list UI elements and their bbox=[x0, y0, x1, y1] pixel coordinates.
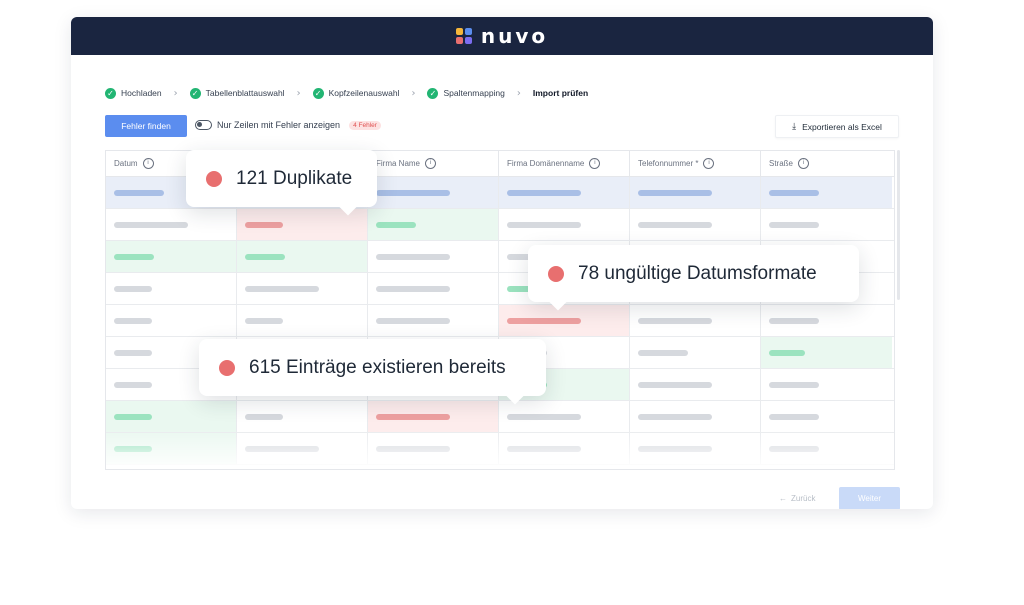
table-cell[interactable] bbox=[106, 273, 237, 304]
chevron-right-icon: › bbox=[516, 87, 521, 99]
step-review-import: Import prüfen bbox=[533, 88, 588, 98]
callout-text: 615 Einträge existieren bereits bbox=[249, 356, 506, 378]
table-row[interactable] bbox=[106, 305, 894, 337]
check-circle-icon: ✓ bbox=[427, 87, 439, 99]
table-cell[interactable] bbox=[368, 241, 499, 272]
table-cell[interactable] bbox=[630, 177, 761, 208]
info-icon[interactable]: i bbox=[798, 158, 810, 169]
callout-duplicates: 121 Duplikate bbox=[186, 150, 377, 216]
back-button[interactable]: ← Zurück bbox=[773, 493, 821, 504]
table-cell[interactable] bbox=[368, 401, 499, 432]
step-label: Hochladen bbox=[121, 88, 162, 98]
callout-date-formats: 78 ungültige Datumsformate bbox=[528, 245, 859, 311]
table-cell[interactable] bbox=[368, 209, 499, 240]
find-errors-button[interactable]: Fehler finden bbox=[105, 115, 187, 137]
table-cell[interactable] bbox=[761, 337, 892, 368]
chevron-right-icon: › bbox=[411, 87, 416, 99]
table-cell[interactable] bbox=[499, 209, 630, 240]
error-dot-icon bbox=[206, 170, 222, 187]
error-count-badge: 4 Fehler bbox=[349, 120, 381, 130]
nuvo-logo: nuvo bbox=[455, 24, 549, 48]
table-cell[interactable] bbox=[106, 401, 237, 432]
table-cell[interactable] bbox=[237, 401, 368, 432]
check-circle-icon: ✓ bbox=[105, 87, 116, 99]
check-circle-icon: ✓ bbox=[189, 87, 201, 99]
table-cell[interactable] bbox=[761, 209, 892, 240]
back-label: Zurück bbox=[791, 494, 816, 503]
table-cell[interactable] bbox=[499, 177, 630, 208]
info-icon[interactable]: i bbox=[703, 158, 715, 169]
info-icon[interactable]: i bbox=[589, 158, 601, 169]
error-rows-toggle[interactable] bbox=[195, 120, 212, 130]
table-cell[interactable] bbox=[237, 273, 368, 304]
step-column-mapping: ✓ Spaltenmapping bbox=[427, 87, 505, 99]
step-label: Kopfzeilenauswahl bbox=[328, 88, 400, 98]
logo-text: nuvo bbox=[480, 24, 549, 48]
table-cell[interactable] bbox=[630, 369, 761, 400]
table-scrollbar[interactable] bbox=[897, 150, 900, 300]
table-cell[interactable] bbox=[499, 305, 630, 336]
table-row[interactable] bbox=[106, 209, 894, 241]
column-header-firma-domain[interactable]: Firma Domänenname i bbox=[499, 151, 630, 176]
step-label: Import prüfen bbox=[532, 88, 589, 98]
table-cell[interactable] bbox=[630, 305, 761, 336]
table-cell[interactable] bbox=[761, 401, 892, 432]
error-dot-icon bbox=[548, 265, 564, 282]
step-label: Spaltenmapping bbox=[443, 88, 505, 98]
chevron-right-icon: › bbox=[173, 87, 178, 99]
error-dot-icon bbox=[219, 359, 235, 376]
table-cell[interactable] bbox=[237, 305, 368, 336]
step-label: Tabellenblattauswahl bbox=[205, 88, 285, 98]
export-excel-button[interactable]: ⤓ Exportieren als Excel bbox=[775, 115, 899, 138]
table-cell[interactable] bbox=[630, 401, 761, 432]
top-bar: nuvo bbox=[71, 17, 933, 55]
table-cell[interactable] bbox=[761, 177, 892, 208]
callout-text: 121 Duplikate bbox=[236, 167, 353, 189]
table-cell[interactable] bbox=[499, 401, 630, 432]
export-label: Exportieren als Excel bbox=[802, 121, 882, 132]
stepper: ✓ Hochladen › ✓ Tabellenblattauswahl › ✓… bbox=[105, 86, 588, 100]
step-header-selection: ✓ Kopfzeilenauswahl bbox=[312, 87, 400, 99]
table-cell[interactable] bbox=[368, 305, 499, 336]
column-header-strasse[interactable]: Straße i bbox=[761, 151, 892, 176]
check-circle-icon: ✓ bbox=[312, 87, 324, 99]
arrow-left-icon: ← bbox=[779, 494, 787, 503]
download-icon: ⤓ bbox=[792, 121, 797, 132]
logo-mark-icon bbox=[455, 28, 472, 44]
table-cell[interactable] bbox=[106, 305, 237, 336]
next-button[interactable]: Weiter bbox=[839, 487, 900, 509]
table-cell[interactable] bbox=[630, 337, 761, 368]
table-cell[interactable] bbox=[368, 273, 499, 304]
toggle-label: Nur Zeilen mit Fehler anzeigen bbox=[217, 120, 341, 130]
callout-text: 78 ungültige Datumsformate bbox=[578, 262, 817, 284]
table-cell[interactable] bbox=[237, 241, 368, 272]
column-header-firma-name[interactable]: Firma Name i bbox=[368, 151, 499, 176]
table-cell[interactable] bbox=[106, 241, 237, 272]
table-cell[interactable] bbox=[630, 209, 761, 240]
chevron-right-icon: › bbox=[296, 87, 301, 99]
table-fade-overlay bbox=[106, 429, 894, 469]
table-cell[interactable] bbox=[761, 305, 892, 336]
callout-existing-entries: 615 Einträge existieren bereits bbox=[199, 339, 546, 405]
table-cell[interactable] bbox=[368, 177, 499, 208]
info-icon[interactable]: i bbox=[425, 158, 437, 169]
column-header-telefonnummer[interactable]: Telefonnummer * i bbox=[630, 151, 761, 176]
info-icon[interactable]: i bbox=[142, 158, 154, 169]
step-upload: ✓ Hochladen bbox=[105, 87, 162, 99]
table-cell[interactable] bbox=[106, 209, 237, 240]
step-sheet-selection: ✓ Tabellenblattauswahl bbox=[189, 87, 285, 99]
table-cell[interactable] bbox=[761, 369, 892, 400]
error-rows-toggle-group: Nur Zeilen mit Fehler anzeigen 4 Fehler bbox=[195, 120, 381, 130]
